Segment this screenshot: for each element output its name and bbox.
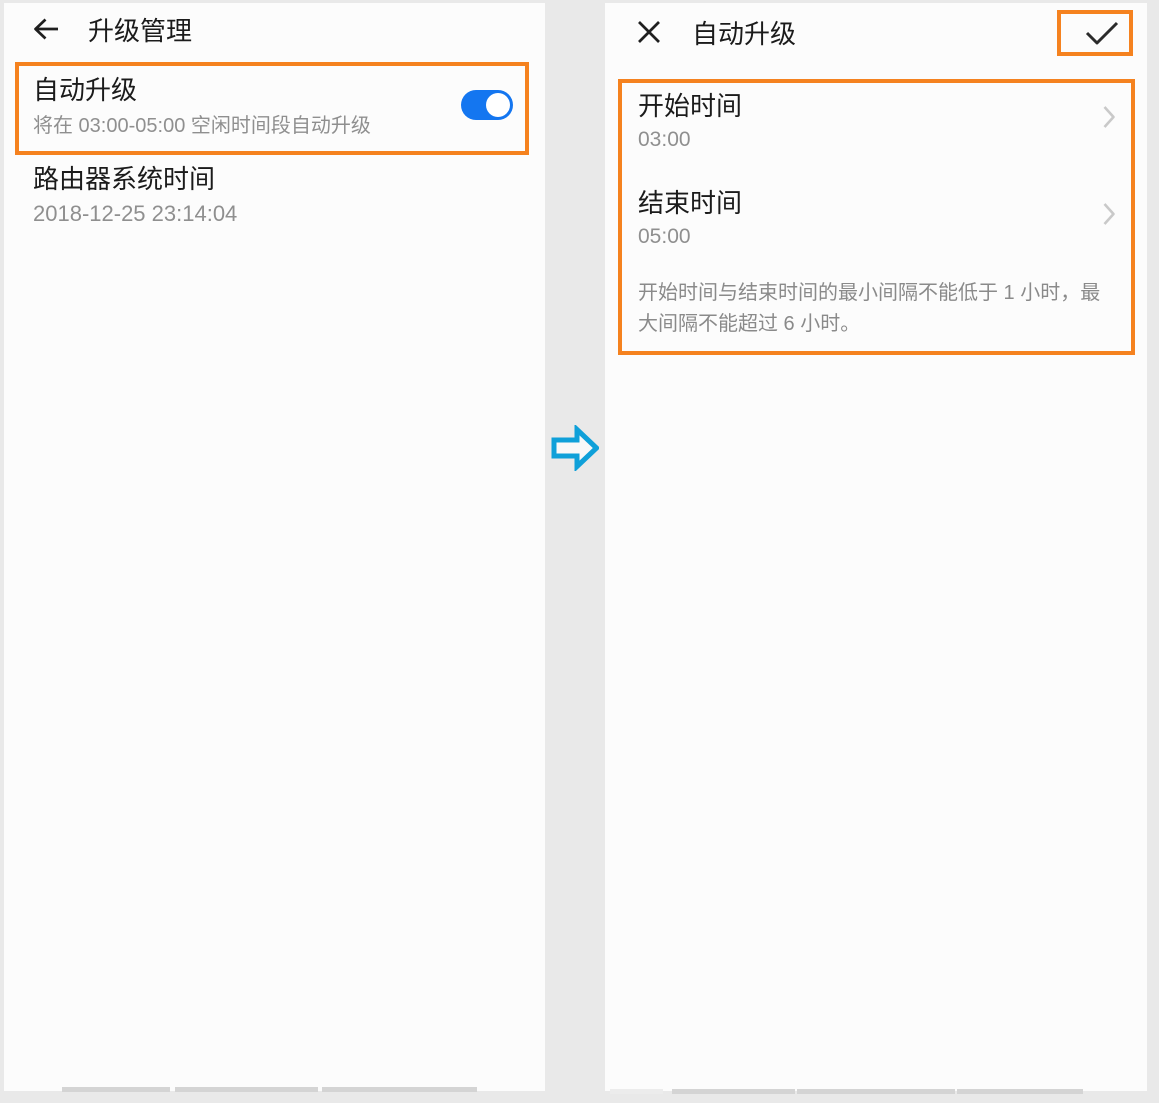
bottom-bar bbox=[62, 1087, 170, 1092]
start-time-row[interactable]: 开始时间 03:00 bbox=[638, 90, 1098, 154]
confirm-button[interactable] bbox=[1057, 10, 1133, 56]
end-time-label: 结束时间 bbox=[638, 187, 1098, 219]
end-time-value: 05:00 bbox=[638, 224, 1098, 250]
router-system-time-label: 路由器系统时间 bbox=[33, 163, 215, 195]
time-range-hint: 开始时间与结束时间的最小间隔不能低于 1 小时，最大间隔不能超过 6 小时。 bbox=[638, 278, 1106, 340]
bottom-bar bbox=[322, 1087, 477, 1092]
start-time-label: 开始时间 bbox=[638, 90, 1098, 122]
end-time-row[interactable]: 结束时间 05:00 bbox=[638, 187, 1098, 251]
page-title: 自动升级 bbox=[692, 18, 796, 50]
router-system-time-value: 2018-12-25 23:14:04 bbox=[33, 201, 237, 227]
back-arrow-icon[interactable] bbox=[31, 14, 61, 44]
bottom-bar bbox=[175, 1087, 318, 1092]
bottom-bar bbox=[957, 1089, 1083, 1094]
auto-upgrade-toggle[interactable] bbox=[461, 90, 513, 120]
chevron-right-icon bbox=[1102, 104, 1116, 130]
bottom-bar bbox=[610, 1089, 663, 1094]
toggle-knob bbox=[486, 93, 510, 117]
auto-upgrade-screen: 自动升级 开始时间 03:00 结束时间 05:00 开始时间与结束时间的最小间… bbox=[605, 3, 1147, 1091]
chevron-right-icon bbox=[1102, 201, 1116, 227]
bottom-bar bbox=[672, 1089, 795, 1094]
page-title: 升级管理 bbox=[88, 15, 192, 47]
auto-upgrade-label: 自动升级 bbox=[33, 74, 137, 106]
checkmark-icon bbox=[1084, 20, 1120, 46]
upgrade-management-screen: 升级管理 自动升级 将在 03:00-05:00 空闲时间段自动升级 路由器系统… bbox=[4, 3, 545, 1091]
close-icon[interactable] bbox=[637, 20, 661, 44]
start-time-value: 03:00 bbox=[638, 127, 1098, 153]
auto-upgrade-description: 将在 03:00-05:00 空闲时间段自动升级 bbox=[33, 113, 371, 139]
transition-arrow-icon bbox=[551, 425, 599, 471]
bottom-bar bbox=[797, 1089, 955, 1094]
